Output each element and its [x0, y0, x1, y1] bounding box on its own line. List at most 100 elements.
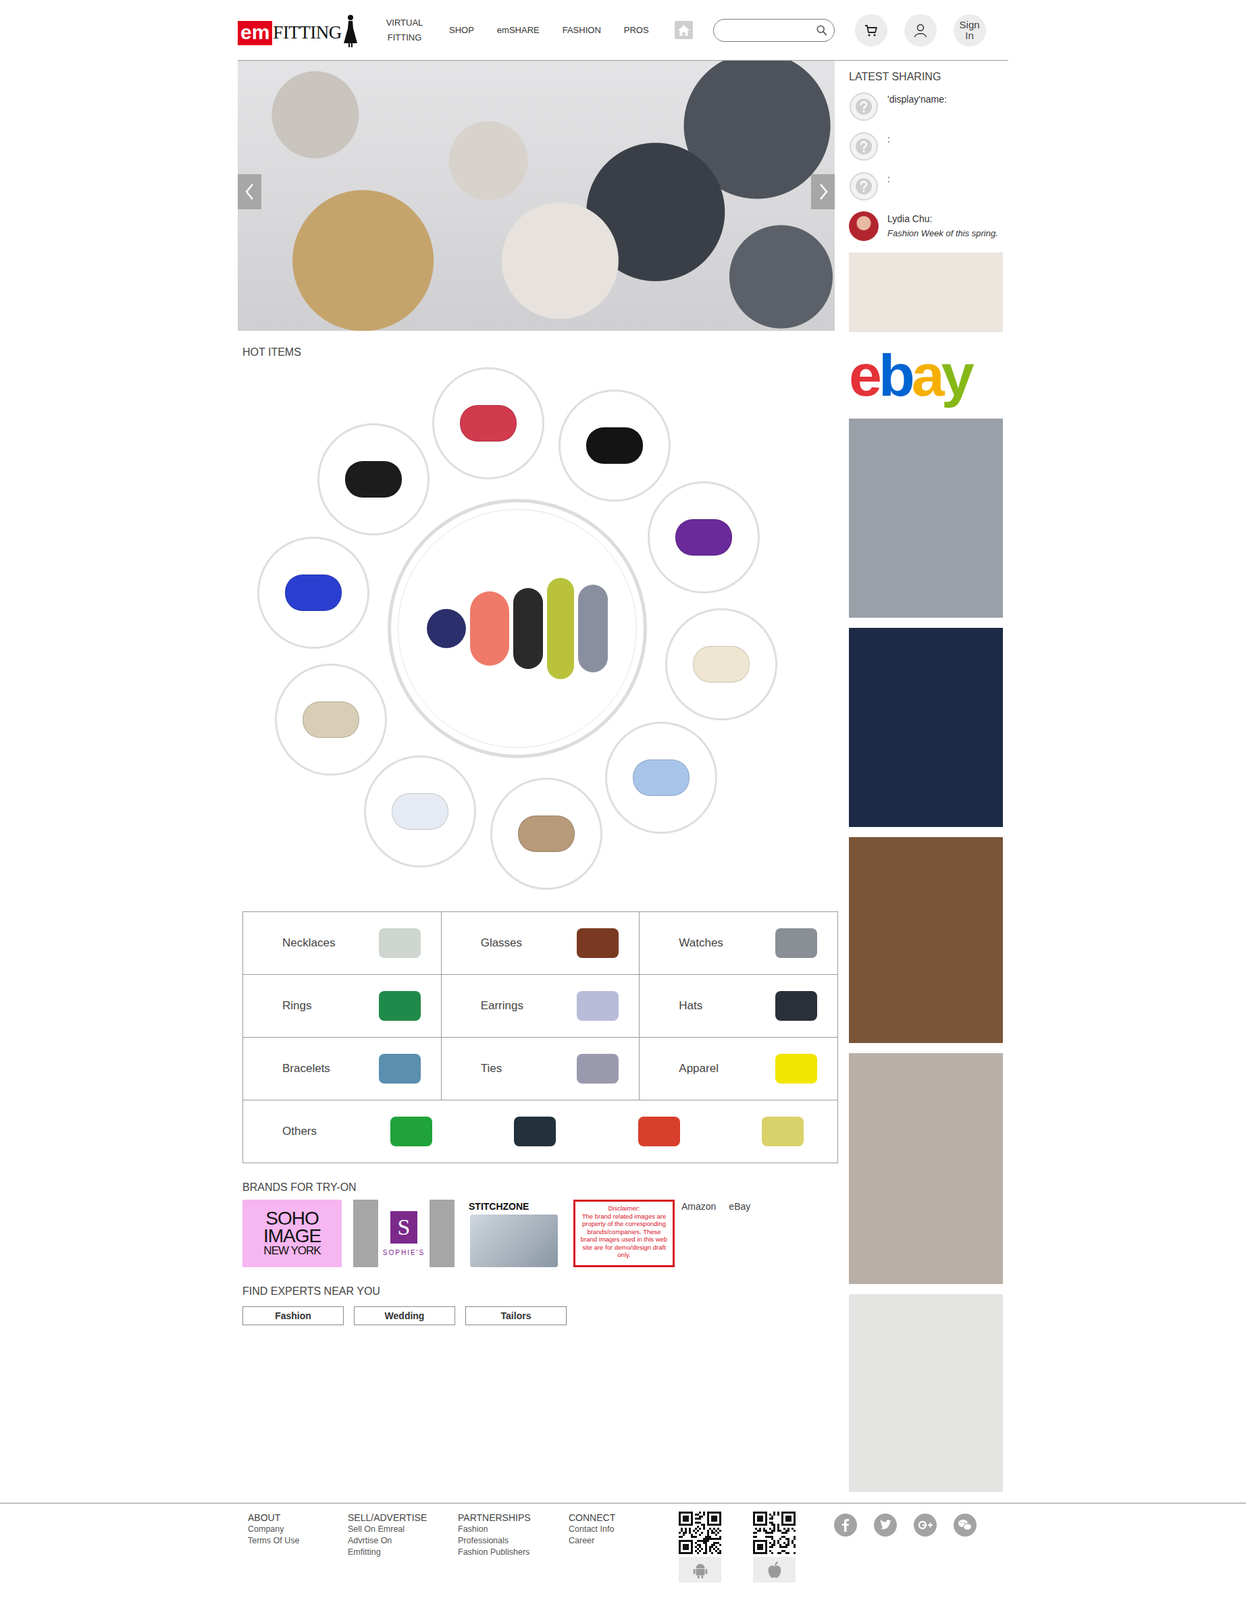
stitchzone-name: STITCHZONE	[465, 1200, 562, 1214]
ad-banner[interactable]	[848, 252, 1003, 333]
hot-item[interactable]	[274, 663, 387, 776]
category-cell[interactable]: Earrings	[441, 975, 640, 1038]
hot-item-photo	[345, 461, 402, 498]
others-photo[interactable]	[513, 1117, 556, 1147]
category-cell[interactable]: Ties	[441, 1037, 640, 1101]
user-icon	[912, 22, 929, 39]
ad-banner[interactable]: ebay	[848, 342, 1003, 409]
stitchzone-brand-tile[interactable]: STITCHZONE	[465, 1200, 562, 1268]
ad-banner[interactable]	[848, 837, 1003, 1044]
disclaimer-title: Disclaimer:	[608, 1204, 641, 1213]
category-grid: NecklacesGlassesWatches Rings EarringsHats…	[242, 911, 839, 1164]
qr-code-icon	[753, 1512, 796, 1555]
hot-item[interactable]	[558, 389, 671, 502]
footer-link[interactable]: Company	[247, 1524, 348, 1536]
hot-item[interactable]	[490, 777, 603, 891]
category-cell[interactable]: Rings	[243, 975, 441, 1038]
expert-buttons: Fashion Wedding Tailors	[242, 1306, 835, 1326]
footer-link[interactable]: Advrtise On Emfitting	[347, 1535, 412, 1559]
nav-item[interactable]: emSHARE	[497, 22, 540, 38]
sharing-item[interactable]: :	[848, 131, 1006, 172]
banner-carousel[interactable]	[237, 60, 835, 331]
hot-item-photo	[459, 405, 517, 442]
previous-slide-button[interactable]	[237, 174, 262, 210]
hot-item[interactable]	[257, 536, 370, 650]
nav-item[interactable]: FASHION	[562, 22, 602, 38]
brands-title: BRANDS FOR TRY-ON	[237, 1181, 835, 1195]
sophie-name: SOPHIE'S	[382, 1249, 425, 1257]
hot-item-photo	[632, 759, 690, 797]
nav-item[interactable]: SHOP	[449, 22, 475, 38]
expert-button[interactable]: Fashion	[242, 1306, 344, 1326]
category-cell[interactable]: Watches	[639, 912, 838, 975]
sign-in-button[interactable]: Sign In	[953, 14, 986, 47]
hot-item[interactable]	[665, 608, 778, 721]
app-download[interactable]	[753, 1512, 796, 1583]
category-photo	[576, 928, 619, 959]
placeholder-avatar-icon	[848, 91, 879, 122]
soho-brand-tile[interactable]: SOHOIMAGENEW YORK	[242, 1200, 342, 1268]
footer-link[interactable]: Contact Info	[568, 1524, 679, 1536]
home-icon[interactable]	[674, 20, 693, 40]
hot-item[interactable]	[647, 481, 760, 594]
footer-link[interactable]: Career	[568, 1535, 679, 1548]
logo[interactable]: emFITTING	[237, 13, 360, 48]
expert-button[interactable]: Wedding	[353, 1306, 456, 1326]
qr-code-icon	[678, 1512, 722, 1555]
footer-link[interactable]: Sell On Emreal	[347, 1524, 412, 1536]
hot-item[interactable]	[432, 367, 545, 480]
sharing-item[interactable]: 'display'name:	[848, 91, 1006, 132]
featured-outfits[interactable]	[387, 499, 647, 759]
latest-sharing-title: LATEST SHARING	[848, 70, 1006, 84]
ad-banner[interactable]	[848, 1294, 1003, 1493]
category-label: Ties	[480, 1062, 578, 1076]
ad-banner[interactable]	[848, 1053, 1003, 1285]
ad-banner[interactable]	[848, 628, 1003, 828]
ad-banner[interactable]	[848, 418, 1003, 618]
hot-item[interactable]	[605, 721, 718, 835]
hot-item[interactable]	[317, 423, 430, 536]
sharing-author: 'display'name:	[887, 93, 947, 106]
hot-item-photo	[517, 815, 575, 853]
others-row[interactable]: Others	[243, 1100, 838, 1163]
account-button[interactable]	[904, 14, 937, 47]
footer-column: SELL/ADVERTISESell On EmrealAdvrtise On …	[347, 1512, 458, 1559]
hot-item[interactable]	[364, 755, 477, 868]
brand-link[interactable]: Amazon	[681, 1201, 716, 1213]
facebook-icon[interactable]	[833, 1513, 858, 1538]
footer-link[interactable]: Fashion Publishers	[457, 1547, 569, 1559]
others-photo[interactable]	[390, 1117, 433, 1147]
footer-link[interactable]: Fashion	[457, 1524, 569, 1536]
page-container: emFITTING VIRTUAL FITTING SHOP emSHARE FASHI…	[237, 0, 1009, 1493]
hot-item-photo	[284, 574, 342, 612]
category-photo	[576, 991, 619, 1022]
chevron-left-icon	[243, 181, 257, 202]
others-photo[interactable]	[761, 1117, 804, 1147]
nav-item[interactable]: VIRTUAL FITTING	[382, 15, 427, 46]
nav-item[interactable]: PROS	[624, 22, 650, 38]
next-slide-button[interactable]	[811, 174, 835, 210]
sharing-item[interactable]: Lydia Chu:Fashion Week of this spring.	[848, 211, 1006, 252]
sharing-item[interactable]: :	[848, 171, 1006, 212]
google-plus-icon[interactable]	[913, 1513, 938, 1538]
sophie-brand-tile[interactable]: SSOPHIE'S	[353, 1200, 455, 1268]
category-cell[interactable]: Hats	[639, 975, 838, 1038]
others-photo[interactable]	[638, 1117, 681, 1147]
brand-link[interactable]: eBay	[728, 1201, 751, 1213]
category-cell[interactable]: Necklaces	[243, 912, 441, 975]
hot-item-photo	[586, 427, 643, 464]
search-input[interactable]	[713, 18, 835, 42]
footer-heading: PARTNERSHIPS	[457, 1512, 569, 1525]
twitter-icon[interactable]	[873, 1513, 898, 1538]
expert-button[interactable]: Tailors	[465, 1306, 567, 1326]
category-label: Rings	[282, 999, 379, 1014]
category-cell[interactable]: Glasses	[441, 912, 640, 975]
footer-link[interactable]: Professionals	[457, 1535, 569, 1548]
cart-button[interactable]	[854, 14, 888, 47]
magnifier-icon[interactable]	[815, 24, 828, 37]
wechat-icon[interactable]	[952, 1513, 978, 1538]
footer-link[interactable]: Terms Of Use	[247, 1535, 348, 1548]
category-cell[interactable]: Apparel	[639, 1037, 838, 1101]
category-cell[interactable]: Bracelets	[243, 1037, 441, 1101]
app-download[interactable]	[678, 1512, 722, 1583]
